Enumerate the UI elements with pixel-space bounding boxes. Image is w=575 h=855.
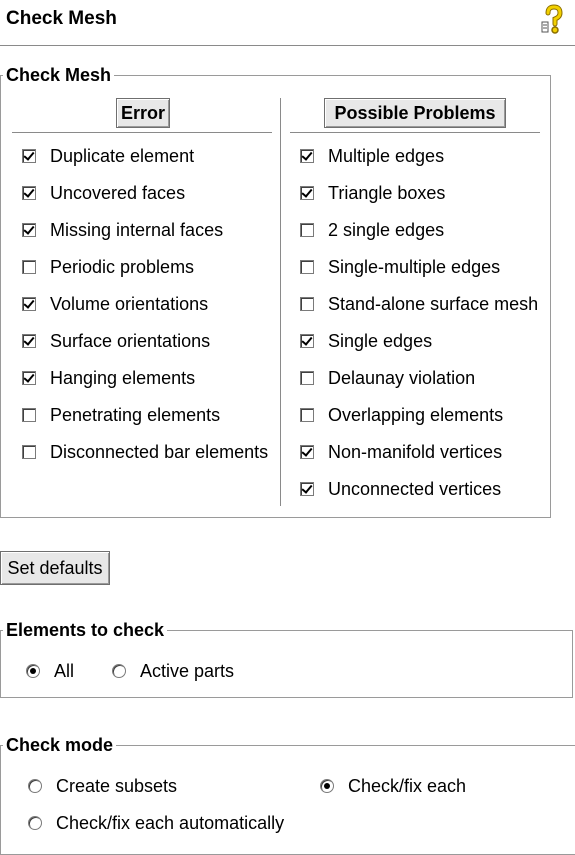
checkbox-label: Overlapping elements [328, 404, 504, 425]
window-title: Check Mesh [6, 8, 117, 29]
checkbox-single-edges[interactable]: Single edges [300, 329, 432, 353]
question-mark-icon[interactable] [540, 4, 566, 36]
checkbox-label: Surface orientations [50, 330, 211, 351]
checkbox-label: 2 single edges [328, 219, 445, 240]
checkbox-non-manifold-vertices[interactable]: Non-manifold vertices [300, 440, 502, 464]
checkbox-box[interactable] [22, 408, 36, 422]
checkbox-label: Stand-alone surface mesh [328, 293, 539, 314]
radio-label: Create subsets [56, 775, 178, 796]
checkbox-duplicate-element[interactable]: Duplicate element [22, 144, 194, 168]
checkbox-unconnected-vertices[interactable]: Unconnected vertices [300, 477, 501, 501]
radio-label: All [54, 660, 75, 681]
checkbox-box[interactable] [300, 371, 314, 385]
checkbox-periodic-problems[interactable]: Periodic problems [22, 255, 194, 279]
column-divider [280, 98, 282, 506]
problems-column-underline [290, 132, 540, 134]
checkbox-penetrating-elements[interactable]: Penetrating elements [22, 403, 220, 427]
checkbox-missing-internal-faces[interactable]: Missing internal faces [22, 218, 223, 242]
checkbox-label: Uncovered faces [50, 182, 186, 203]
checkbox-box[interactable] [22, 297, 36, 311]
checkbox-disconnected-bar-elements[interactable]: Disconnected bar elements [22, 440, 268, 464]
checkbox-box[interactable] [300, 186, 314, 200]
checkbox-box[interactable] [22, 371, 36, 385]
checkbox-label: Unconnected vertices [328, 478, 502, 499]
checkbox-box[interactable] [22, 260, 36, 274]
checkbox-box[interactable] [300, 482, 314, 496]
radio-check-fix-each[interactable]: Check/fix each [320, 774, 466, 798]
radio-circle[interactable] [28, 779, 42, 793]
checkbox-stand-alone-surface-mesh[interactable]: Stand-alone surface mesh [300, 292, 538, 316]
checkbox-box[interactable] [22, 334, 36, 348]
radio-circle[interactable] [28, 816, 42, 830]
radio-circle[interactable] [112, 664, 126, 678]
error-column-header[interactable]: Error [116, 98, 170, 128]
checkbox-label: Penetrating elements [50, 404, 221, 425]
radio-label: Check/fix each [348, 775, 467, 796]
check-mode-group-title: Check mode [6, 735, 114, 755]
checkbox-box[interactable] [300, 149, 314, 163]
set-defaults-button[interactable]: Set defaults [0, 551, 110, 585]
checkbox-label: Disconnected bar elements [50, 441, 269, 462]
elements-to-check-group: Elements to check [0, 620, 573, 698]
checkbox-label: Hanging elements [50, 367, 196, 388]
checkbox-hanging-elements[interactable]: Hanging elements [22, 366, 195, 390]
checkbox-label: Periodic problems [50, 256, 195, 277]
radio-all[interactable]: All [26, 659, 74, 683]
checkbox-box[interactable] [300, 445, 314, 459]
checkbox-overlapping-elements[interactable]: Overlapping elements [300, 403, 503, 427]
elements-to-check-group-title: Elements to check [6, 620, 165, 640]
error-column-underline [12, 132, 272, 134]
checkbox-box[interactable] [300, 260, 314, 274]
checkbox-box[interactable] [300, 297, 314, 311]
checkbox-delaunay-violation[interactable]: Delaunay violation [300, 366, 475, 390]
checkbox-box[interactable] [300, 223, 314, 237]
checkbox-surface-orientations[interactable]: Surface orientations [22, 329, 210, 353]
checkbox-label: Multiple edges [328, 145, 445, 166]
checkbox-label: Single edges [328, 330, 433, 351]
checkbox-triangle-boxes[interactable]: Triangle boxes [300, 181, 445, 205]
radio-active-parts[interactable]: Active parts [112, 659, 234, 683]
checkbox-label: Missing internal faces [50, 219, 224, 240]
checkbox-volume-orientations[interactable]: Volume orientations [22, 292, 208, 316]
checkbox-box[interactable] [22, 223, 36, 237]
checkbox-label: Non-manifold vertices [328, 441, 503, 462]
check-mesh-group-title: Check Mesh [6, 65, 112, 85]
radio-check-fix-each-automatically[interactable]: Check/fix each automatically [28, 811, 284, 835]
checkbox-box[interactable] [22, 149, 36, 163]
checkbox-uncovered-faces[interactable]: Uncovered faces [22, 181, 185, 205]
radio-circle[interactable] [320, 779, 334, 793]
checkbox-multiple-edges[interactable]: Multiple edges [300, 144, 444, 168]
radio-label: Active parts [140, 660, 235, 681]
checkbox-2-single-edges[interactable]: 2 single edges [300, 218, 444, 242]
possible-problems-column-header[interactable]: Possible Problems [324, 98, 506, 128]
checkbox-label: Volume orientations [50, 293, 209, 314]
checkbox-box[interactable] [300, 408, 314, 422]
checkbox-box[interactable] [300, 334, 314, 348]
checkbox-single-multiple-edges[interactable]: Single-multiple edges [300, 255, 500, 279]
checkbox-label: Triangle boxes [328, 182, 446, 203]
checkbox-label: Duplicate element [50, 145, 195, 166]
checkbox-box[interactable] [22, 186, 36, 200]
checkbox-label: Single-multiple edges [328, 256, 501, 277]
radio-create-subsets[interactable]: Create subsets [28, 774, 177, 798]
radio-label: Check/fix each automatically [56, 812, 285, 833]
checkbox-label: Delaunay violation [328, 367, 476, 388]
checkbox-box[interactable] [22, 445, 36, 459]
title-separator [0, 45, 575, 47]
radio-circle[interactable] [26, 664, 40, 678]
